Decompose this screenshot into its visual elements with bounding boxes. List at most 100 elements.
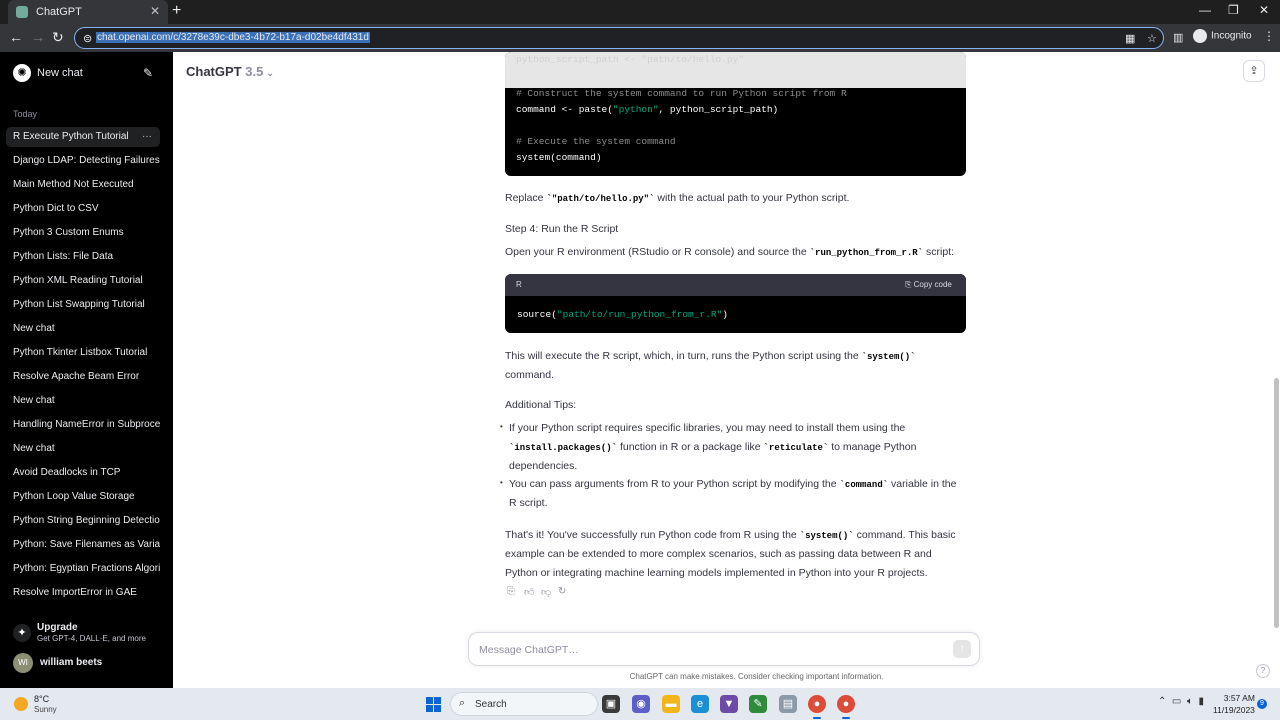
task-view-icon[interactable]: ▣ [602, 695, 620, 713]
sidebar-item[interactable]: Handling NameError in Subprocess [6, 415, 160, 435]
reload-icon[interactable]: ↻ [52, 29, 64, 46]
thumbs-down-icon[interactable]: 👎︎ [541, 586, 551, 598]
code-comment: # Execute the system command [516, 136, 676, 147]
sidebar-item[interactable]: Python Dict to CSV [6, 199, 160, 219]
minimize-window-button[interactable]: — [1199, 3, 1211, 17]
close-window-button[interactable]: ✕ [1259, 3, 1269, 17]
system-tray[interactable]: ⌃ ▭ 🔈︎ ▮ [1158, 696, 1204, 707]
new-chat-button[interactable]: ✺ New chat ✎ [6, 62, 166, 90]
chrome-incognito-icon[interactable]: ● [837, 695, 855, 713]
sun-icon [14, 697, 28, 711]
sidebar-item[interactable]: Python: Egyptian Fractions Algorithm [6, 559, 160, 579]
user-name: william beets [40, 657, 103, 668]
model-selector[interactable]: ChatGPT 3.5 ⌄ [186, 64, 274, 79]
copy-code-label: Copy code [913, 280, 952, 289]
new-tab-button[interactable]: + [172, 2, 181, 20]
sidebar-item[interactable]: Python Loop Value Storage [6, 487, 160, 507]
sidebar-item[interactable]: Python String Beginning Detection [6, 511, 160, 531]
bullet-dot: • [500, 422, 503, 431]
edit-icon[interactable]: ✎ [143, 66, 153, 80]
file-explorer-icon[interactable]: ▬ [662, 695, 680, 713]
code-line-faded: python_script_path <- "path/to/hello.py" [505, 52, 966, 88]
temperature: 8°C [34, 694, 50, 704]
section-heading-today: Today [13, 109, 38, 119]
browser-tab[interactable]: ChatGPT ✕ [8, 0, 168, 24]
image-app-icon[interactable]: ▤ [779, 695, 797, 713]
site-info-icon[interactable]: ⊜ [83, 32, 92, 45]
sidebar-item-label: Python: Save Filenames as Variables [13, 539, 160, 550]
paragraph-open: Open your R environment (RStudio or R co… [505, 243, 954, 263]
sidebar-item[interactable]: Resolve ImportError in GAE [6, 583, 160, 603]
sidebar-item-label: Python: Egyptian Fractions Algorithm [13, 563, 160, 574]
restore-window-button[interactable]: ❐ [1228, 3, 1239, 17]
browser-menu-icon[interactable]: ⋮ [1263, 29, 1275, 43]
qr-code-icon[interactable]: ▦ [1125, 32, 1135, 45]
weather-condition: Sunny [34, 705, 57, 714]
code-block-r-source: R ⎘ Copy code source("path/to/run_python… [505, 274, 966, 333]
sidebar-item[interactable]: R Execute Python Tutorial ··· [6, 127, 160, 147]
edge-browser-icon[interactable]: e [691, 695, 709, 713]
text: to manage Python [828, 441, 917, 453]
incognito-indicator[interactable]: Incognito [1193, 29, 1252, 43]
more-dots-icon[interactable]: ··· [142, 127, 152, 147]
side-panel-icon[interactable]: ▥ [1173, 31, 1183, 44]
chat-main: ChatGPT 3.5 ⌄ ⇪ python_script_path <- "pa… [173, 52, 1280, 688]
sidebar-item-label: Python 3 Custom Enums [13, 227, 124, 238]
text: You can pass arguments from R to your Py… [509, 478, 840, 490]
chat-app-icon[interactable]: ◉ [632, 695, 650, 713]
sidebar-item[interactable]: Main Method Not Executed [6, 175, 160, 195]
code-text: ) [722, 309, 728, 320]
paragraph-final-line2: example can be extended to more complex … [505, 548, 932, 560]
inline-code: `reticulate` [763, 443, 829, 453]
chrome-icon[interactable]: ● [808, 695, 826, 713]
sidebar-item[interactable]: Python Lists: File Data [6, 247, 160, 267]
vpn-app-icon[interactable]: ▼ [720, 695, 738, 713]
sidebar-item[interactable]: New chat [6, 391, 160, 411]
send-arrow-icon[interactable]: ↑ [953, 640, 971, 658]
url-text[interactable]: chat.openai.com/c/3278e39c-dbe3-4b72-b17… [96, 32, 370, 43]
code-text: , python_script_path) [658, 104, 779, 115]
tip1-line2: `install.packages()` function in R or a … [509, 438, 917, 458]
regenerate-icon[interactable]: ↻ [558, 586, 566, 597]
back-arrow-icon[interactable]: ← [9, 29, 23, 45]
spreadsheet-app-icon[interactable]: ✎ [749, 695, 767, 713]
tip1-line3: dependencies. [509, 460, 578, 472]
copy-code-button[interactable]: ⎘ Copy code [905, 280, 952, 290]
code-content: # Construct the system command to run Py… [516, 86, 847, 166]
sidebar-item-label: Python Loop Value Storage [13, 491, 135, 502]
address-bar[interactable]: ⊜ chat.openai.com/c/3278e39c-dbe3-4b72-b… [74, 27, 1164, 49]
sidebar-item[interactable]: New chat [6, 319, 160, 339]
help-button[interactable]: ? [1256, 664, 1270, 678]
sidebar-item[interactable]: Python XML Reading Tutorial [6, 271, 160, 291]
tab-title: ChatGPT [36, 6, 82, 18]
upgrade-sparkle-icon: ✦ [13, 624, 31, 642]
share-icon[interactable]: ⇪ [1243, 60, 1265, 82]
bookmark-star-icon[interactable]: ☆ [1147, 32, 1157, 45]
sidebar-item[interactable]: New chat [6, 439, 160, 459]
code-header: R ⎘ Copy code [505, 274, 966, 296]
sidebar-item[interactable]: Avoid Deadlocks in TCP [6, 463, 160, 483]
thumbs-up-icon[interactable]: 👍︎ [524, 586, 534, 598]
sidebar-item-label: Python Tkinter Listbox Tutorial [13, 347, 148, 358]
sidebar-item[interactable]: Python Tkinter Listbox Tutorial [6, 343, 160, 363]
close-tab-icon[interactable]: ✕ [150, 4, 160, 18]
sidebar-item[interactable]: Resolve Apache Beam Error [6, 367, 160, 387]
sidebar-item[interactable]: Python 3 Custom Enums [6, 223, 160, 243]
sidebar: ✺ New chat ✎ Today R Execute Python Tuto… [0, 52, 173, 688]
copy-icon[interactable]: ⎘ [507, 586, 515, 597]
code-comment: # Construct the system command to run Py… [516, 88, 847, 99]
message-input[interactable] [479, 641, 939, 659]
tips-heading: Additional Tips: [505, 399, 577, 411]
code-text: system(command) [516, 152, 602, 163]
taskbar-search[interactable]: ⌕ Search [450, 692, 598, 716]
scrollbar-thumb[interactable] [1274, 378, 1279, 628]
chatgpt-logo-icon: ✺ [13, 64, 31, 82]
forward-arrow-icon[interactable]: → [31, 29, 45, 45]
windows-start-icon[interactable] [426, 697, 441, 712]
sidebar-item-label: R Execute Python Tutorial [13, 131, 129, 142]
sidebar-item[interactable]: Django LDAP: Detecting Failures [6, 151, 160, 171]
notification-badge[interactable]: 9 [1257, 699, 1267, 709]
sidebar-item[interactable]: Python List Swapping Tutorial [6, 295, 160, 315]
sidebar-item[interactable]: Python: Save Filenames as Variables [6, 535, 160, 555]
taskbar-clock[interactable]: 3:57 AM 11/19/2023 [1213, 692, 1255, 716]
